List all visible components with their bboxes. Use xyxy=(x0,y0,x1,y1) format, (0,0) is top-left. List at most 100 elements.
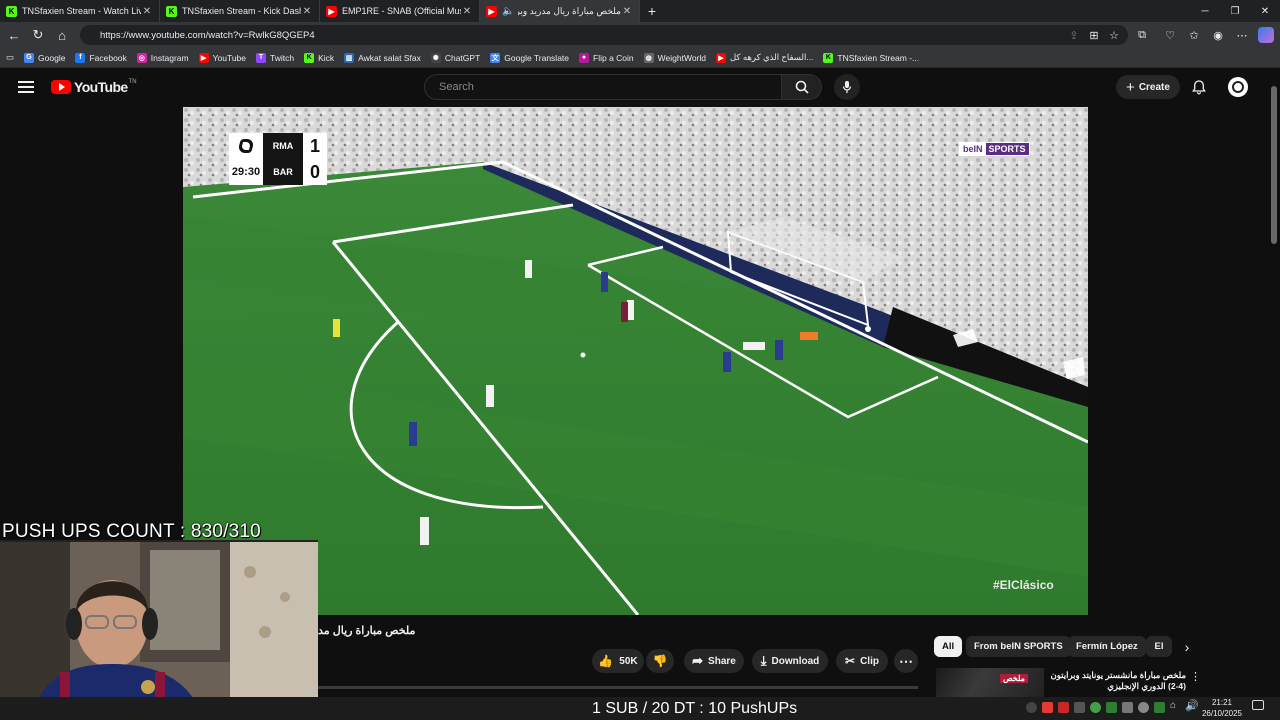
tray-app-icon[interactable] xyxy=(1042,702,1053,713)
bookmark-kick[interactable]: K Kick xyxy=(304,52,335,63)
search-button[interactable] xyxy=(782,74,822,100)
clock-time: 21:21 xyxy=(1211,698,1233,707)
address-bar[interactable]: https://www.youtube.com/watch?v=RwlkG8QG… xyxy=(80,25,1128,45)
app-available-icon[interactable]: ⊞ xyxy=(1086,27,1102,43)
bein-sports-logo: beIN SPORTS xyxy=(959,142,1030,156)
browser-tab[interactable]: K TNSfaxien Stream - Kick Dashboard ✕ xyxy=(160,0,320,22)
tray-app-icon[interactable] xyxy=(1090,702,1101,713)
bookmark-facebook[interactable]: f Facebook xyxy=(75,52,127,63)
copilot-icon[interactable] xyxy=(1258,27,1274,43)
tray-app-icon[interactable] xyxy=(1026,702,1037,713)
chip-all[interactable]: All xyxy=(934,636,963,657)
maximize-button[interactable]: ❐ xyxy=(1220,0,1250,22)
home-button[interactable]: ⌂ xyxy=(50,23,74,47)
hamburger-menu-icon[interactable] xyxy=(18,80,34,94)
download-button[interactable]: ⤓ Download xyxy=(752,649,828,673)
browser-tab-active[interactable]: ▶ 🔈 ملخص مباراة ريال مدريد وبرشلونة ✕ xyxy=(480,0,640,22)
bookmark-instagram[interactable]: ◎ Instagram xyxy=(136,52,189,63)
tray-app-icon[interactable] xyxy=(1106,702,1117,713)
bookmark-chatgpt[interactable]: ✺ ChatGPT xyxy=(430,52,480,63)
notifications-bell-icon[interactable] xyxy=(1191,79,1207,95)
network-icon[interactable]: ⌂ xyxy=(1170,700,1176,711)
bookmark-google-translate[interactable]: 文 Google Translate xyxy=(490,52,570,63)
youtube-logo[interactable]: YouTube TN xyxy=(51,79,137,95)
recommended-title[interactable]: ملخص مباراة مانشستر يونايتد وبرايتون (4-… xyxy=(1050,670,1186,696)
browser-essentials-icon[interactable]: ♡ xyxy=(1162,27,1178,43)
extensions-icon[interactable]: ⧉ xyxy=(1134,27,1150,43)
voice-search-button[interactable] xyxy=(834,74,860,100)
tray-app-icon[interactable] xyxy=(1074,702,1085,713)
bookmark-awkat-salat[interactable]: ▥ Awkat salat Sfax xyxy=(344,52,421,63)
bookmark-tnsfaxien[interactable]: K TNSfaxien Stream -... xyxy=(823,52,919,63)
tray-app-icon[interactable] xyxy=(1138,702,1149,713)
close-window-button[interactable]: ✕ xyxy=(1250,0,1280,22)
video-progress-track[interactable] xyxy=(318,686,918,689)
laliga-logo-icon xyxy=(229,133,263,159)
bookmark-label: Twitch xyxy=(270,52,295,63)
bookmark-label: Awkat salat Sfax xyxy=(358,52,421,63)
video-title: ملخص مباراة ريال مد xyxy=(318,625,416,637)
browser-tab[interactable]: K TNSfaxien Stream - Watch Live on ✕ xyxy=(0,0,160,22)
video-player[interactable]: RMA 1 29:30 BAR 0 beIN SPORTS #ElClásico xyxy=(183,107,1088,615)
away-score: 0 xyxy=(303,159,327,185)
bookmark-label: WeightWorld xyxy=(657,52,706,63)
notification-center-icon[interactable] xyxy=(1252,700,1264,710)
clip-label: Clip xyxy=(860,655,879,667)
profile-icon[interactable]: ◉ xyxy=(1210,27,1226,43)
bookmarks-bar: ▭ G Google f Facebook ◎ Instagram ▶ YouTube … xyxy=(0,48,1280,68)
download-label: Download xyxy=(771,655,820,667)
speaker-icon[interactable]: 🔈 xyxy=(502,6,514,17)
bookmark-youtube[interactable]: ▶ YouTube xyxy=(198,52,246,63)
bookmark-twitch[interactable]: T Twitch xyxy=(256,52,295,63)
search-input[interactable]: Search xyxy=(424,74,782,100)
bookmark-label: YouTube xyxy=(212,52,246,63)
bookmark-label: Kick xyxy=(318,52,335,63)
volume-icon[interactable]: 🔊 xyxy=(1185,699,1199,712)
rec-badge: ملخص xyxy=(1000,674,1028,683)
youtube-icon: ▶ xyxy=(486,5,497,17)
favorites-icon[interactable]: ✩ xyxy=(1186,27,1202,43)
more-actions-button[interactable]: ⋯ xyxy=(894,649,918,673)
twitch-icon: T xyxy=(256,52,266,63)
bookmark-star-icon[interactable]: ☆ xyxy=(1106,27,1122,43)
bookmark-google[interactable]: G Google xyxy=(24,52,65,63)
share-button[interactable]: ➦ Share xyxy=(684,649,744,673)
tray-app-icon[interactable] xyxy=(1154,702,1165,713)
clock-date: 26/10/2025 xyxy=(1201,709,1243,718)
bookmark-flip-a-coin[interactable]: ● Flip a Coin xyxy=(579,52,634,63)
translate-icon: 文 xyxy=(490,52,501,63)
close-tab-icon[interactable]: ✕ xyxy=(141,6,153,17)
chip-from-bein-sports[interactable]: From beIN SPORTS xyxy=(966,636,1071,657)
tray-app-icon[interactable] xyxy=(1122,702,1133,713)
chip-fermin-lopez[interactable]: Fermín López xyxy=(1068,636,1146,657)
bookmark-arabic-video[interactable]: ▶ السفاح الذي كرهه كل... xyxy=(716,52,813,63)
close-tab-icon[interactable]: ✕ xyxy=(301,6,313,17)
away-team: BAR xyxy=(263,159,303,185)
minimize-button[interactable]: ─ xyxy=(1190,0,1220,22)
reload-button[interactable]: ↻ xyxy=(26,23,50,47)
avatar[interactable] xyxy=(1228,77,1248,97)
back-button[interactable]: ← xyxy=(2,23,26,47)
bookmark-weightworld[interactable]: ◍ WeightWorld xyxy=(643,52,706,63)
like-button[interactable]: 👍 50K xyxy=(592,649,644,673)
close-tab-icon[interactable]: ✕ xyxy=(621,6,633,17)
chevron-right-icon[interactable]: › xyxy=(1178,638,1196,656)
bookmarks-reading-icon[interactable]: ▭ xyxy=(6,52,14,63)
bookmark-label: Google Translate xyxy=(504,52,570,63)
tray-app-icon[interactable] xyxy=(1058,702,1069,713)
clip-button[interactable]: ✂ Clip xyxy=(836,649,888,673)
chip-el[interactable]: El xyxy=(1146,636,1172,657)
browser-tab[interactable]: ▶ EMP1RE - SNAB (Official Music Video) ✕ xyxy=(320,0,480,22)
scrollbar-thumb[interactable] xyxy=(1271,86,1277,244)
new-tab-button[interactable]: + xyxy=(640,0,664,22)
kebab-menu-icon[interactable]: ⋮ xyxy=(1190,670,1201,683)
create-button[interactable]: + Create xyxy=(1116,75,1180,99)
share-page-icon[interactable]: ⇪ xyxy=(1066,27,1082,43)
more-menu-icon[interactable]: ⋯ xyxy=(1234,27,1250,43)
close-tab-icon[interactable]: ✕ xyxy=(461,6,473,17)
home-score: 1 xyxy=(303,133,327,159)
scissors-icon: ✂ xyxy=(845,654,856,668)
dislike-button[interactable]: 👎 xyxy=(646,649,674,673)
recommended-thumbnail[interactable]: ملخص xyxy=(936,668,1044,697)
clock[interactable]: 21:21 26/10/2025 xyxy=(1200,697,1244,719)
